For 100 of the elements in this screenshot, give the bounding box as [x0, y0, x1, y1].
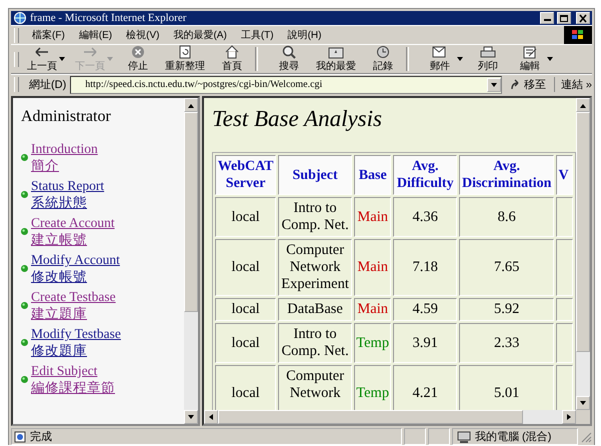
sidebar-link[interactable]: Status Report: [31, 177, 104, 194]
scroll-thumb[interactable]: [576, 112, 590, 352]
address-label: 網址(D): [29, 78, 66, 92]
caret-icon: [490, 82, 497, 87]
resize-grip-icon: [580, 430, 592, 442]
toolbar-button[interactable]: 記錄: [366, 45, 400, 74]
table-cell: Intro to Comp. Net.: [278, 197, 352, 237]
table-cell: 7.18: [393, 239, 457, 296]
table-cell: Computer Network Experiment: [278, 239, 352, 296]
sidebar-title: Administrator: [21, 108, 112, 126]
table-cell: Main: [354, 239, 392, 296]
links-button[interactable]: 連結 »: [554, 77, 592, 92]
sidebar-link[interactable]: Modify Account: [31, 251, 120, 268]
address-field[interactable]: http://speed.cis.nctu.edu.tw/~postgres/cgi-bin/Welcome.cgi: [70, 76, 502, 94]
toolbar-button[interactable]: 我的最愛: [314, 45, 358, 74]
table-cell: 3.91: [393, 323, 457, 363]
sidebar-link[interactable]: Modify Testbase: [31, 325, 121, 342]
column-header: Avg. Discrimination: [458, 155, 554, 195]
bullet-icon: [21, 302, 28, 308]
minimize-icon: [544, 19, 550, 22]
table-cell: local: [215, 197, 276, 237]
bullet-icon: [21, 154, 28, 160]
scroll-up-button[interactable]: [576, 98, 590, 112]
toolbar-button[interactable]: 首頁: [215, 45, 249, 74]
column-header: Subject: [278, 155, 352, 195]
sidebar-link[interactable]: 建立題庫: [31, 305, 116, 322]
vertical-scrollbar[interactable]: [184, 98, 198, 424]
table-cell: Main: [354, 298, 392, 321]
toolbar-button[interactable]: 編輯: [513, 45, 547, 74]
right-arrow-icon: [81, 45, 99, 60]
magnifier-icon: [280, 45, 298, 60]
menu-item[interactable]: 檔案(F): [25, 28, 72, 42]
sidebar-link[interactable]: 簡介: [31, 157, 98, 174]
sidebar-link[interactable]: 系統狀態: [31, 194, 104, 211]
minimize-button[interactable]: [540, 12, 554, 24]
table-cell: local: [215, 323, 276, 363]
table-cell: 2.33: [458, 323, 554, 363]
toolbar-button[interactable]: 重新整理: [163, 45, 207, 74]
sidebar-link[interactable]: 編修課程章節: [31, 379, 115, 396]
close-icon: [578, 14, 588, 23]
sidebar-link[interactable]: Edit Subject: [31, 362, 115, 379]
sidebar-link[interactable]: Introduction: [31, 140, 98, 157]
toolbar-button[interactable]: 停止: [121, 45, 155, 74]
table-cell: DataBase: [278, 298, 352, 321]
bullet-icon: [21, 264, 28, 272]
column-header: WebCAT Server: [215, 155, 276, 195]
page-icon: [14, 430, 26, 442]
table-cell: 4.36: [393, 197, 457, 237]
menu-item[interactable]: 工具(T): [234, 28, 281, 42]
scroll-down-button[interactable]: [184, 410, 198, 424]
toolbar-button[interactable]: 郵件: [423, 45, 457, 74]
dropdown-button[interactable]: [486, 78, 501, 92]
scroll-down-button[interactable]: [576, 396, 590, 410]
sidebar-link[interactable]: 建立帳號: [31, 231, 115, 248]
sidebar-link[interactable]: 修改題庫: [31, 342, 121, 359]
menu-item[interactable]: 我的最愛(A): [166, 28, 234, 42]
table-cell: Temp: [354, 323, 392, 363]
scroll-right-button[interactable]: [562, 410, 576, 424]
go-button[interactable]: 移至: [506, 77, 550, 92]
close-button[interactable]: [576, 12, 590, 24]
page-heading: Test Base Analysis: [212, 106, 383, 132]
table-cell: 5.92: [458, 298, 554, 321]
sidebar-link[interactable]: Create Testbase: [31, 288, 116, 305]
computer-icon: [457, 430, 471, 442]
sidebar-link[interactable]: 修改帳號: [31, 268, 120, 285]
caret-icon[interactable]: [547, 57, 553, 62]
folder-icon: [327, 45, 345, 60]
column-header: Base: [354, 155, 392, 195]
vertical-scrollbar[interactable]: [576, 98, 590, 410]
sidebar-link[interactable]: Create Account: [31, 214, 115, 231]
scroll-thumb[interactable]: [218, 410, 523, 424]
status-pane: [428, 428, 450, 445]
toolbar-button[interactable]: 列印: [471, 45, 505, 74]
table-cell: local: [215, 239, 276, 296]
maximize-button[interactable]: [557, 12, 571, 24]
maximize-icon: [559, 14, 569, 23]
menu-item[interactable]: 檢視(V): [119, 28, 166, 42]
caret-icon[interactable]: [457, 57, 463, 62]
status-pane: [404, 428, 426, 445]
bullet-icon: [21, 228, 28, 234]
table-cell: Main: [354, 197, 392, 237]
bullet-icon: [21, 376, 28, 382]
menu-item[interactable]: 編輯(E): [72, 28, 120, 42]
status-text: 完成: [30, 430, 52, 444]
caret-icon[interactable]: [59, 57, 65, 62]
scroll-left-button[interactable]: [204, 410, 218, 424]
menu-item[interactable]: 說明(H): [280, 28, 328, 42]
table-cell: local: [215, 298, 276, 321]
clock-icon: [374, 45, 392, 60]
toolbar-button[interactable]: 搜尋: [272, 45, 306, 74]
horizontal-scrollbar[interactable]: [204, 410, 576, 424]
flag-icon: [571, 29, 585, 42]
column-header: Avg. Difficulty: [393, 155, 457, 195]
scroll-up-button[interactable]: [184, 98, 198, 112]
toolbar-button[interactable]: 上一頁: [25, 45, 59, 74]
window-title: frame - Microsoft Internet Explorer: [30, 12, 188, 24]
table-cell: 8.6: [458, 197, 554, 237]
bullet-icon: [21, 338, 28, 346]
scroll-thumb[interactable]: [184, 112, 198, 312]
left-arrow-icon: [33, 45, 51, 60]
